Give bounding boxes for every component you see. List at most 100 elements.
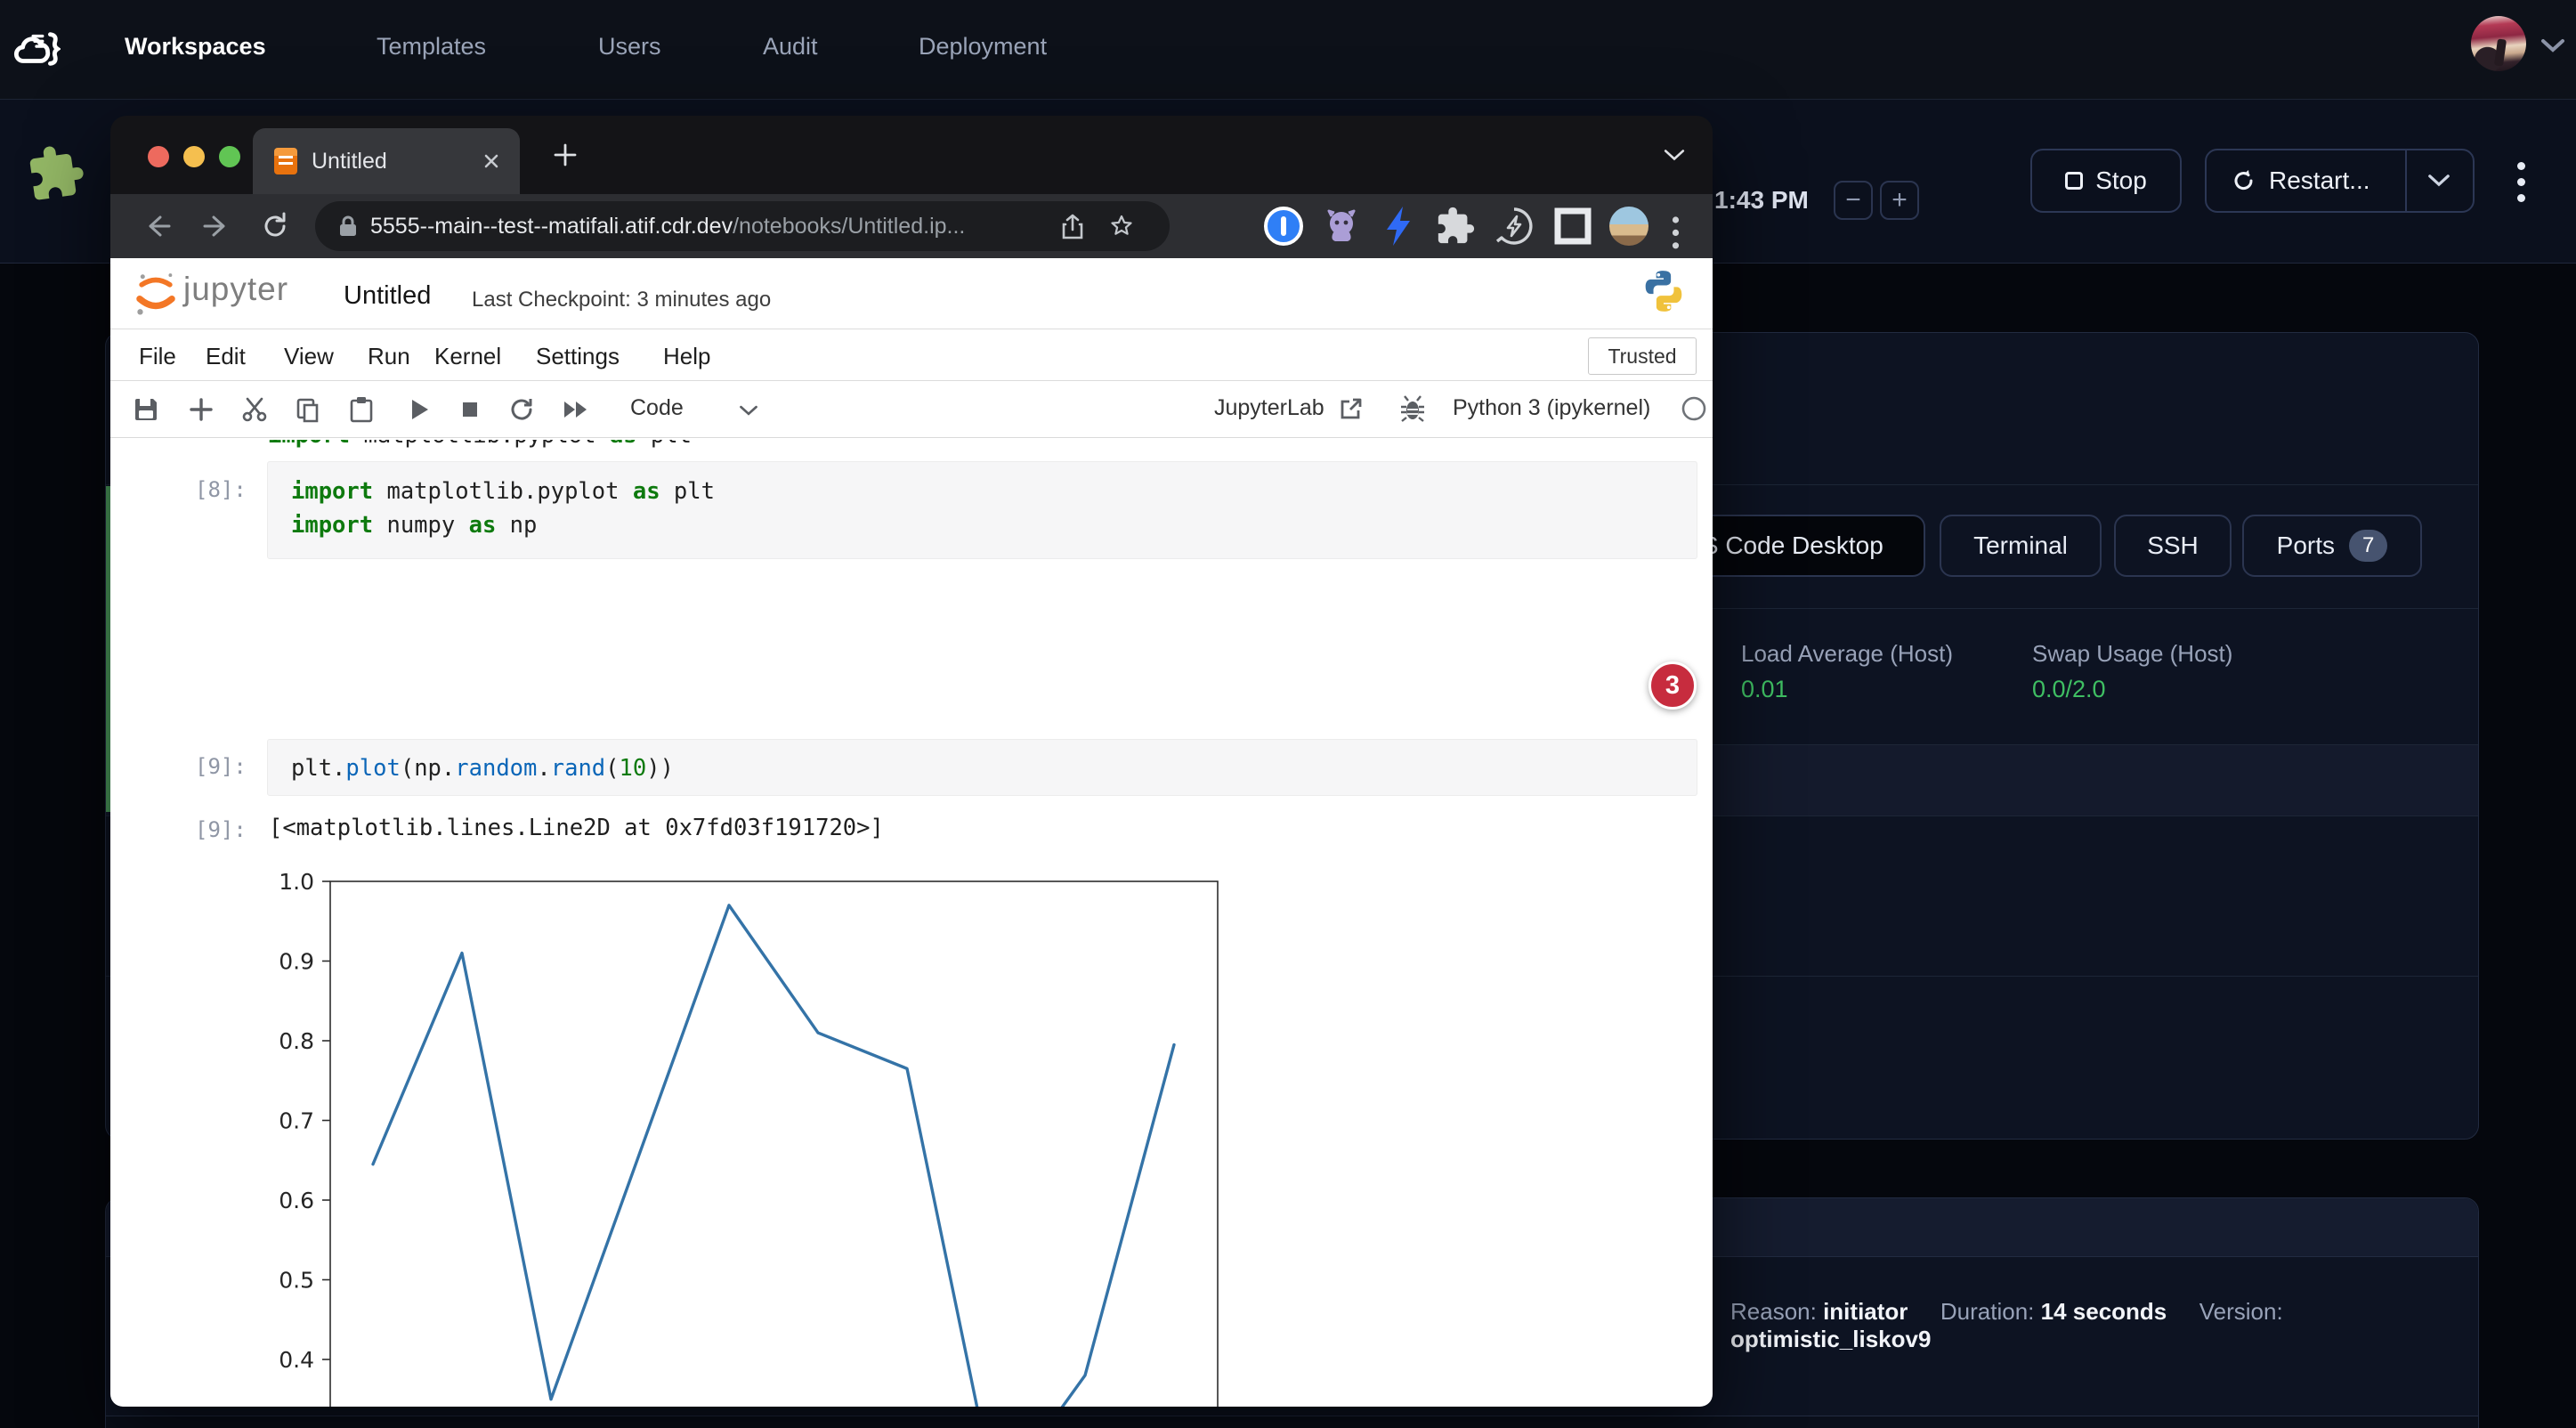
- menu-kernel[interactable]: Kernel: [434, 343, 501, 370]
- reload-button[interactable]: [260, 211, 290, 241]
- restart-menu-chevron-icon[interactable]: [2427, 173, 2450, 188]
- user-menu-chevron-icon[interactable]: [2540, 37, 2565, 53]
- menu-help[interactable]: Help: [663, 343, 710, 370]
- reason-value: initiator: [1823, 1298, 1908, 1325]
- kernel-name[interactable]: Python 3 (ipykernel): [1453, 395, 1650, 421]
- cell-type-chevron-icon[interactable]: [739, 404, 758, 417]
- zoom-out-button[interactable]: −: [1834, 181, 1873, 220]
- menu-file[interactable]: File: [139, 343, 176, 370]
- clock-time: 1:43 PM: [1714, 186, 1809, 215]
- cut-icon[interactable]: [240, 395, 269, 424]
- svg-text:0.8: 0.8: [279, 1028, 314, 1054]
- load-average-value: 0.01: [1741, 676, 1788, 703]
- forward-button[interactable]: [201, 212, 231, 240]
- browser-tab[interactable]: Untitled: [253, 128, 520, 194]
- coder-logo-icon[interactable]: [12, 27, 61, 71]
- extension-1password-icon[interactable]: [1263, 206, 1304, 247]
- svg-text:0.5: 0.5: [279, 1268, 314, 1294]
- tab-close-icon[interactable]: [482, 152, 500, 170]
- tab-title: Untitled: [312, 149, 387, 174]
- svg-text:0.4: 0.4: [279, 1347, 314, 1373]
- copy-icon[interactable]: [294, 395, 322, 424]
- jupyterlab-link[interactable]: JupyterLab: [1214, 395, 1324, 421]
- svg-text:0.6: 0.6: [279, 1188, 314, 1213]
- cell8-editor[interactable]: import matplotlib.pyplot as plt import n…: [267, 461, 1697, 559]
- ports-button[interactable]: Ports 7: [2242, 515, 2422, 577]
- chart-svg: 0.20.30.40.50.60.70.80.91.002468: [268, 864, 1238, 1407]
- duration-label: Duration:: [1940, 1298, 2035, 1325]
- jupyter-favicon-icon: [274, 148, 297, 174]
- debugger-bug-icon[interactable]: [1399, 394, 1426, 423]
- url-text[interactable]: 5555--main--test--matifali.atif.cdr.dev/…: [370, 214, 965, 239]
- cell-type-dropdown[interactable]: Code: [630, 395, 684, 421]
- stop-button-label: Stop: [2095, 166, 2147, 195]
- extension-bolt-icon[interactable]: [1380, 205, 1417, 247]
- extension-github-icon[interactable]: [1321, 206, 1362, 247]
- nav-item-workspaces[interactable]: Workspaces: [125, 33, 266, 61]
- back-button[interactable]: [142, 212, 173, 240]
- ssh-button[interactable]: SSH: [2114, 515, 2232, 577]
- top-navbar: Workspaces Templates Users Audit Deploym…: [0, 0, 2576, 100]
- browser-profile-avatar[interactable]: [1609, 207, 1648, 246]
- ports-label: Ports: [2277, 531, 2335, 560]
- menu-view[interactable]: View: [284, 343, 334, 370]
- lock-icon[interactable]: [338, 215, 358, 238]
- reason-label: Reason:: [1730, 1298, 1817, 1325]
- svg-text:0.7: 0.7: [279, 1108, 314, 1134]
- nav-item-users[interactable]: Users: [598, 33, 661, 61]
- menu-settings[interactable]: Settings: [536, 343, 620, 370]
- window-minimize-button[interactable]: [183, 146, 205, 167]
- jupyter-logo-icon: [134, 271, 178, 317]
- browser-kebab-menu[interactable]: [1673, 216, 1679, 255]
- window-maximize-button[interactable]: [219, 146, 240, 167]
- python-logo-icon: [1643, 269, 1684, 313]
- add-cell-icon[interactable]: [187, 395, 215, 424]
- nav-item-audit[interactable]: Audit: [763, 33, 818, 61]
- cell9-editor[interactable]: plt.plot(np.random.rand(10)): [267, 739, 1697, 796]
- jupyter-brand: jupyter: [183, 271, 288, 308]
- extensions-puzzle-icon[interactable]: [1435, 206, 1476, 247]
- swap-usage-label: Swap Usage (Host): [2032, 640, 2232, 668]
- nav-item-deployment[interactable]: Deployment: [919, 33, 1047, 61]
- workspace-kebab-menu[interactable]: [2517, 162, 2525, 210]
- extension-speed-icon[interactable]: [1494, 206, 1535, 247]
- share-icon[interactable]: [1061, 214, 1084, 240]
- paste-icon[interactable]: [347, 395, 376, 424]
- bookmark-star-icon[interactable]: [1109, 214, 1134, 239]
- output9-prompt: [9]:: [195, 817, 247, 842]
- svg-text:0.9: 0.9: [279, 949, 314, 975]
- version-value: optimistic_liskov9: [1730, 1326, 1931, 1352]
- checkpoint-status: Last Checkpoint: 3 minutes ago: [472, 288, 771, 312]
- duration-value: 14 seconds: [2041, 1298, 2167, 1325]
- terminal-button[interactable]: Terminal: [1940, 515, 2102, 577]
- stop-button[interactable]: Stop: [2030, 149, 2182, 213]
- interrupt-kernel-icon[interactable]: [456, 395, 484, 424]
- extension-sidepanel-icon[interactable]: [1554, 207, 1592, 245]
- nav-item-templates[interactable]: Templates: [377, 33, 486, 61]
- restart-run-all-icon[interactable]: [561, 395, 589, 424]
- window-close-button[interactable]: [148, 146, 169, 167]
- menu-run[interactable]: Run: [368, 343, 410, 370]
- restart-button[interactable]: Restart...: [2205, 149, 2475, 213]
- browser-window: Untitled 5555--main--test--: [110, 116, 1713, 1407]
- browser-tabstrip: Untitled: [110, 116, 1713, 194]
- menu-edit[interactable]: Edit: [206, 343, 246, 370]
- restart-split-divider: [2405, 150, 2407, 211]
- url-bar[interactable]: 5555--main--test--matifali.atif.cdr.dev/…: [315, 201, 1170, 251]
- restart-kernel-icon[interactable]: [507, 395, 536, 424]
- stop-icon: [2065, 172, 2083, 190]
- new-tab-button[interactable]: [552, 142, 579, 168]
- notification-badge[interactable]: 3: [1648, 661, 1697, 710]
- history-row-next: [106, 1416, 2478, 1428]
- notebook-title[interactable]: Untitled: [344, 281, 431, 311]
- external-link-icon[interactable]: [1339, 396, 1364, 421]
- tab-search-chevron-icon[interactable]: [1663, 148, 1686, 162]
- zoom-in-button[interactable]: +: [1880, 181, 1919, 220]
- save-icon[interactable]: [132, 395, 160, 424]
- browser-content: jupyter Untitled Last Checkpoint: 3 minu…: [110, 258, 1713, 1407]
- user-avatar[interactable]: [2471, 16, 2526, 71]
- puzzle-icon: [22, 135, 90, 210]
- trusted-button[interactable]: Trusted: [1588, 337, 1697, 375]
- notebook-scroll-area[interactable]: import matplotlib.pyplot as plt [8]: imp…: [110, 438, 1713, 1407]
- run-cell-icon[interactable]: [404, 395, 433, 424]
